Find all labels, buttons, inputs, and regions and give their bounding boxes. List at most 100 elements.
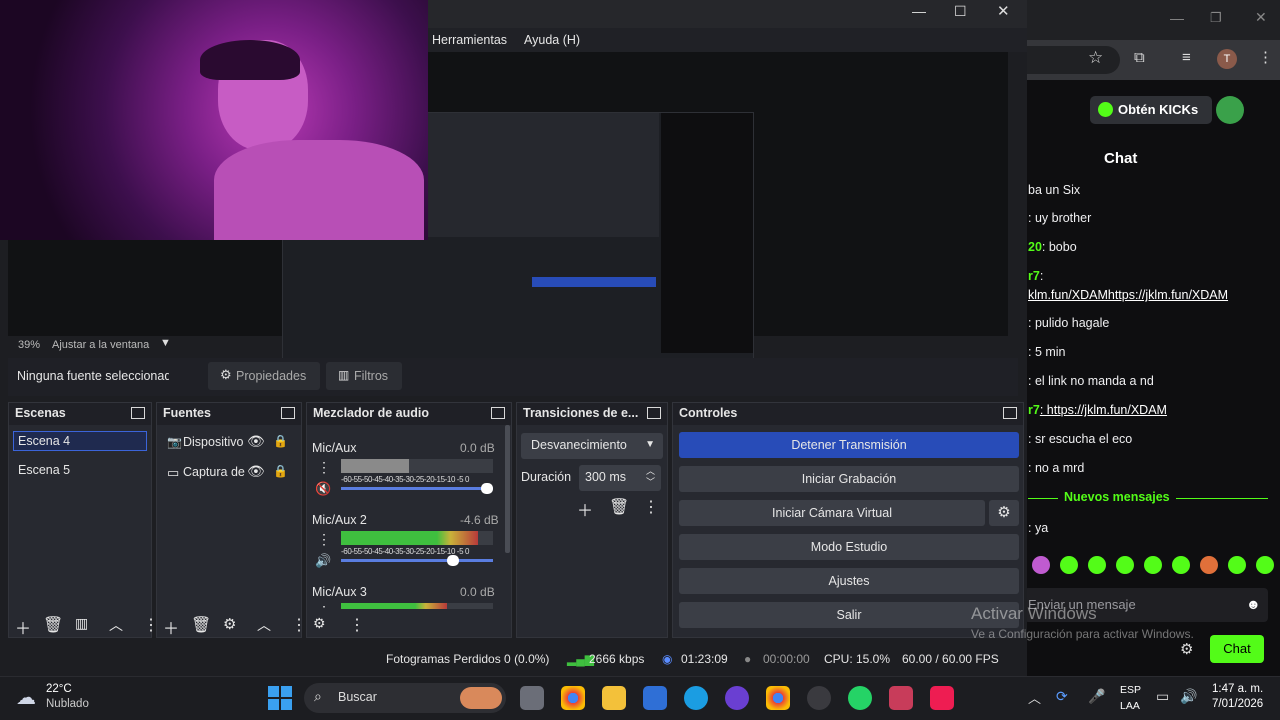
start-recording-button[interactable]: Iniciar Grabación [679,466,1019,492]
clock-time[interactable]: 1:47 a. m. [1212,683,1263,695]
media-icon[interactable]: ≡ [1182,49,1191,66]
file-explorer-icon[interactable] [602,686,626,710]
add-icon[interactable]: ＋ [15,615,31,639]
menu-dots-icon[interactable]: ⋮ [1258,48,1273,66]
eye-icon[interactable]: 👁 [247,463,265,480]
undock-icon[interactable] [647,407,661,419]
chat-message-text[interactable]: klm.fun/XDAMhttps://jklm.fun/XDAM [1028,288,1228,302]
emoji-icon[interactable]: ☻ [1246,596,1261,612]
chat-message-text[interactable]: : https://jklm.fun/XDAM [1040,403,1167,417]
add-icon[interactable]: ＋ [577,497,593,521]
game-icon[interactable] [889,686,913,710]
language-layout[interactable]: LAA [1120,700,1140,712]
extensions-icon[interactable]: ⧉ [1134,49,1145,66]
scene-item[interactable]: Escena 5 [18,463,70,477]
microphone-icon[interactable]: 🎤 [1088,688,1105,705]
close-icon[interactable]: ✕ [997,2,1010,20]
undock-icon[interactable] [1003,407,1017,419]
chat-username[interactable]: r7 [1028,403,1040,417]
store-icon[interactable] [643,686,667,710]
weather-desc[interactable]: Nublado [46,698,89,710]
volume-slider[interactable] [341,559,493,562]
obs-icon[interactable] [807,686,831,710]
trash-icon[interactable]: 🗑 [191,615,211,635]
minimize-icon[interactable]: — [1170,10,1184,26]
maximize-icon[interactable]: ❐ [1210,10,1222,26]
user-avatar[interactable] [1216,96,1244,124]
properties-button[interactable]: ⚙ Propiedades [208,362,320,390]
fit-window-select[interactable]: Ajustar a la ventana [52,339,149,351]
minimize-icon[interactable]: — [912,3,926,19]
clock-date[interactable]: 7/01/2026 [1212,698,1263,710]
edge-icon[interactable] [684,686,708,710]
chevron-up-icon[interactable]: ︿ [109,615,123,635]
transition-select[interactable]: Desvanecimiento ▼ [521,433,663,459]
volume-slider[interactable] [341,487,493,490]
chevron-up-icon[interactable]: ︿ [1028,688,1041,707]
undock-icon[interactable] [281,407,295,419]
stop-stream-button[interactable]: Detener Transmisión [679,432,1019,458]
sync-icon[interactable]: ⟳ [1056,688,1068,705]
more-dots-icon[interactable]: ⋮ [317,531,331,548]
emote-icon[interactable] [1144,556,1162,574]
stepper-icon[interactable]: ︿ ﹀ [646,466,655,488]
lock-icon[interactable]: 🔒 [273,464,288,478]
advanced-audio-gear-icon[interactable]: ⚙ [313,615,326,632]
menu-tools[interactable]: Herramientas [432,33,507,47]
filter-icon[interactable]: ▥ [75,615,88,632]
scene-item[interactable]: Escena 4 [13,431,147,451]
emote-icon[interactable] [1088,556,1106,574]
filters-button[interactable]: ▥ Filtros [326,362,402,390]
duration-input[interactable]: 300 ms ︿ ﹀ [579,465,661,491]
emote-icon[interactable] [1256,556,1274,574]
volume-slider-handle[interactable] [447,555,459,566]
menu-help[interactable]: Ayuda (H) [524,33,580,47]
mixer-scrollbar[interactable] [505,425,510,553]
maximize-icon[interactable]: ☐ [954,3,967,20]
more-dots-icon[interactable]: ⋮ [643,497,659,517]
taskbar-search[interactable]: ⌕ Buscar [304,683,506,713]
volume-icon[interactable]: 🔊 [1180,688,1197,705]
app-icon[interactable] [725,686,749,710]
chrome-icon[interactable] [561,686,585,710]
chevron-up-icon[interactable]: ︿ [257,615,271,635]
add-icon[interactable]: ＋ [163,615,179,639]
studio-mode-button[interactable]: Modo Estudio [679,534,1019,560]
speaker-icon[interactable]: 🔊 [315,553,331,569]
trash-icon[interactable]: 🗑 [43,615,63,635]
emote-icon[interactable] [1228,556,1246,574]
network-icon[interactable]: ▭ [1156,688,1169,705]
emote-icon[interactable] [1060,556,1078,574]
emote-icon[interactable] [1200,556,1218,574]
virtual-camera-settings-gear-icon[interactable]: ⚙ [989,500,1019,526]
tiktok-icon[interactable] [930,686,954,710]
star-icon[interactable]: ☆ [1088,48,1103,68]
trash-icon[interactable]: 🗑 [609,497,629,517]
language-code[interactable]: ESP [1120,684,1141,696]
emote-icon[interactable] [1032,556,1050,574]
get-kicks-button[interactable]: Obtén KICKs [1090,96,1212,124]
chevron-down-icon[interactable]: ▼ [160,337,171,349]
more-dots-icon[interactable]: ⋮ [317,459,331,476]
more-dots-icon[interactable]: ⋮ [291,615,307,635]
task-view-icon[interactable] [520,686,544,710]
windows-start-icon[interactable] [268,686,292,710]
more-dots-icon[interactable]: ⋮ [349,615,365,635]
muted-speaker-icon[interactable]: 🔇 [315,481,331,497]
chat-username[interactable]: 20 [1028,240,1042,254]
emote-icon[interactable] [1172,556,1190,574]
undock-icon[interactable] [491,407,505,419]
source-item[interactable]: Dispositivo [183,435,247,449]
chrome-icon[interactable] [766,686,790,710]
source-item[interactable]: Captura de [183,465,247,479]
start-virtual-camera-button[interactable]: Iniciar Cámara Virtual [679,500,985,526]
settings-button[interactable]: Ajustes [679,568,1019,594]
lock-icon[interactable]: 🔒 [273,434,288,448]
volume-slider-handle[interactable] [481,483,493,494]
settings-gear-icon[interactable]: ⚙ [1180,640,1193,658]
chat-username[interactable]: r7 [1028,269,1040,283]
whatsapp-icon[interactable] [848,686,872,710]
exit-button[interactable]: Salir [679,602,1019,628]
close-icon[interactable]: ✕ [1255,9,1267,26]
undock-icon[interactable] [131,407,145,419]
